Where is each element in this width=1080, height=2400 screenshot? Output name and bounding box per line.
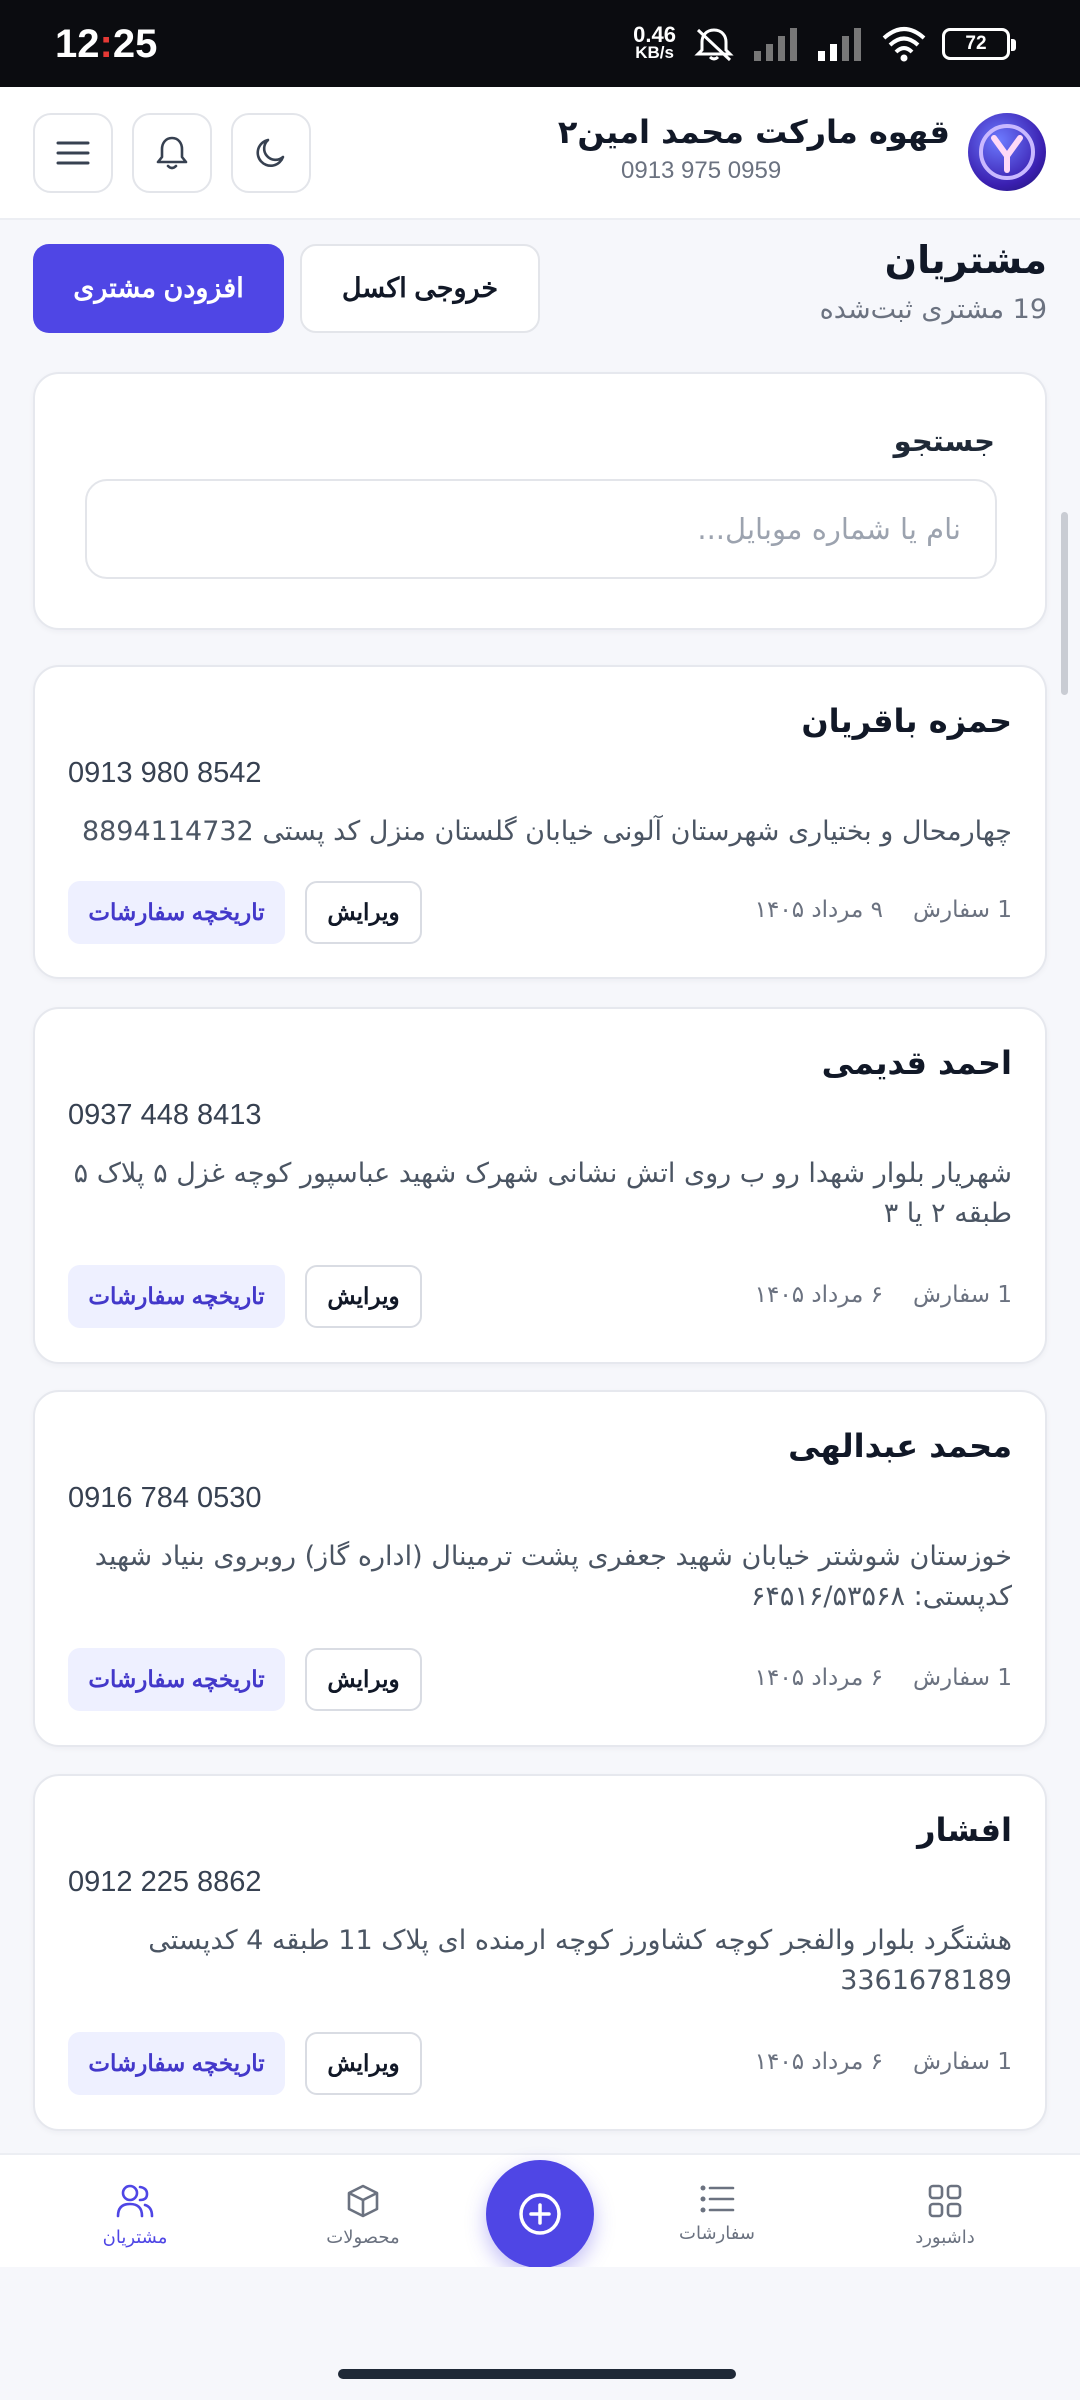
nav-orders[interactable]: سفارشات (637, 2183, 797, 2244)
order-count: 1 سفارش (912, 1665, 1012, 1691)
menu-button[interactable] (33, 113, 113, 193)
order-history-button[interactable]: تاریخچه سفارشات (68, 881, 285, 944)
bell-icon (156, 136, 188, 170)
customer-count: 19 مشتری ثبت‌شده (819, 294, 1047, 325)
customer-address: خوزستان شوشتر خیابان شهید جعفری پشت ترمی… (94, 1541, 1012, 1612)
search-label: جستجو (893, 424, 995, 458)
home-indicator[interactable] (338, 2369, 736, 2379)
box-icon (347, 2184, 379, 2218)
status-bar: 12:25 0.46 KB/s 72 (0, 0, 1080, 87)
hamburger-icon (56, 141, 90, 165)
mute-icon (690, 24, 738, 64)
nav-label: محصولات (326, 2227, 400, 2248)
logo-icon (979, 124, 1035, 180)
plus-circle-icon (519, 2193, 561, 2235)
last-order-date: ۹ مرداد ۱۴۰۵ (754, 897, 883, 923)
dashboard-icon (928, 2184, 962, 2218)
signal-icon (752, 27, 802, 61)
last-order-date: ۶ مرداد ۱۴۰۵ (754, 1665, 883, 1691)
customer-phone: 0937 448 8413 (68, 1099, 262, 1131)
theme-toggle-button[interactable] (231, 113, 311, 193)
edit-button[interactable]: ویرایش (305, 2032, 422, 2095)
app-header: قهوه مارکت محمد امین۲ 0913 975 0959 (0, 87, 1080, 220)
customer-phone: 0913 980 8542 (68, 757, 262, 789)
order-history-button[interactable]: تاریخچه سفارشات (68, 1265, 285, 1328)
users-icon (116, 2184, 154, 2218)
store-phone: 0913 975 0959 (621, 157, 782, 184)
last-order-date: ۶ مرداد ۱۴۰۵ (754, 1282, 883, 1308)
notifications-button[interactable] (132, 113, 212, 193)
export-excel-button[interactable]: خروجی اکسل (300, 244, 540, 333)
system-nav-area (0, 2267, 1080, 2400)
nav-customers[interactable]: مشتریان (55, 2183, 215, 2248)
network-speed: 0.46 KB/s (633, 22, 676, 62)
last-order-date: ۶ مرداد ۱۴۰۵ (754, 2049, 883, 2075)
edit-button[interactable]: ویرایش (305, 1648, 422, 1711)
add-order-fab[interactable] (486, 2160, 594, 2268)
customer-phone: 0916 784 0530 (68, 1482, 262, 1514)
signal-icon-2 (816, 27, 866, 61)
customer-phone: 0912 225 8862 (68, 1866, 262, 1898)
customer-name: حمزه باقریان (801, 702, 1012, 740)
customer-name: احمد قدیمی (821, 1044, 1012, 1082)
order-count: 1 سفارش (912, 1282, 1012, 1308)
customer-address: هشتگرد بلوار والفجر کوچه کشاورز کوچه ارم… (148, 1925, 1012, 1996)
customer-name: محمد عبدالهی (788, 1427, 1012, 1465)
wifi-icon (880, 26, 928, 62)
customer-card: افشار 0912 225 8862 هشتگرد بلوار والفجر … (33, 1774, 1047, 2131)
order-history-button[interactable]: تاریخچه سفارشات (68, 2032, 285, 2095)
battery-icon: 72 (942, 28, 1016, 60)
order-count: 1 سفارش (912, 897, 1012, 923)
customer-meta: 1 سفارش ۶ مرداد ۱۴۰۵ (755, 1665, 1012, 1691)
nav-products[interactable]: محصولات (283, 2183, 443, 2248)
scrollbar[interactable] (1061, 512, 1068, 695)
edit-button[interactable]: ویرایش (305, 881, 422, 944)
status-time: 12:25 (55, 22, 158, 66)
customer-card: احمد قدیمی 0937 448 8413 شهریار بلوار شه… (33, 1007, 1047, 1364)
add-customer-button[interactable]: افزودن مشتری (33, 244, 284, 333)
edit-button[interactable]: ویرایش (305, 1265, 422, 1328)
customer-meta: 1 سفارش ۶ مرداد ۱۴۰۵ (755, 1282, 1012, 1308)
customer-meta: 1 سفارش ۶ مرداد ۱۴۰۵ (755, 2049, 1012, 2075)
customer-address: شهریار بلوار شهدا رو ب روی اتش نشانی شهر… (73, 1158, 1012, 1229)
list-icon (700, 2185, 735, 2213)
status-icons: 0.46 KB/s 72 (633, 18, 1016, 70)
order-history-button[interactable]: تاریخچه سفارشات (68, 1648, 285, 1711)
customer-card: حمزه باقریان 0913 980 8542 چهارمحال و بخ… (33, 665, 1047, 979)
store-logo (968, 113, 1046, 191)
nav-label: سفارشات (679, 2223, 755, 2244)
nav-label: داشبورد (915, 2227, 975, 2248)
nav-dashboard[interactable]: داشبورد (865, 2183, 1025, 2248)
page-title: مشتریان (884, 238, 1047, 282)
moon-icon (256, 138, 285, 167)
search-input[interactable] (85, 479, 997, 579)
search-card: جستجو (33, 372, 1047, 630)
customer-meta: 1 سفارش ۹ مرداد ۱۴۰۵ (755, 897, 1012, 923)
nav-label: مشتریان (102, 2227, 168, 2248)
order-count: 1 سفارش (912, 2049, 1012, 2075)
customer-address: چهارمحال و بختیاری شهرستان آلونی خیابان … (81, 816, 1012, 847)
store-name: قهوه مارکت محمد امین۲ (557, 113, 950, 151)
customer-card: محمد عبدالهی 0916 784 0530 خوزستان شوشتر… (33, 1390, 1047, 1747)
customer-name: افشار (917, 1811, 1012, 1849)
